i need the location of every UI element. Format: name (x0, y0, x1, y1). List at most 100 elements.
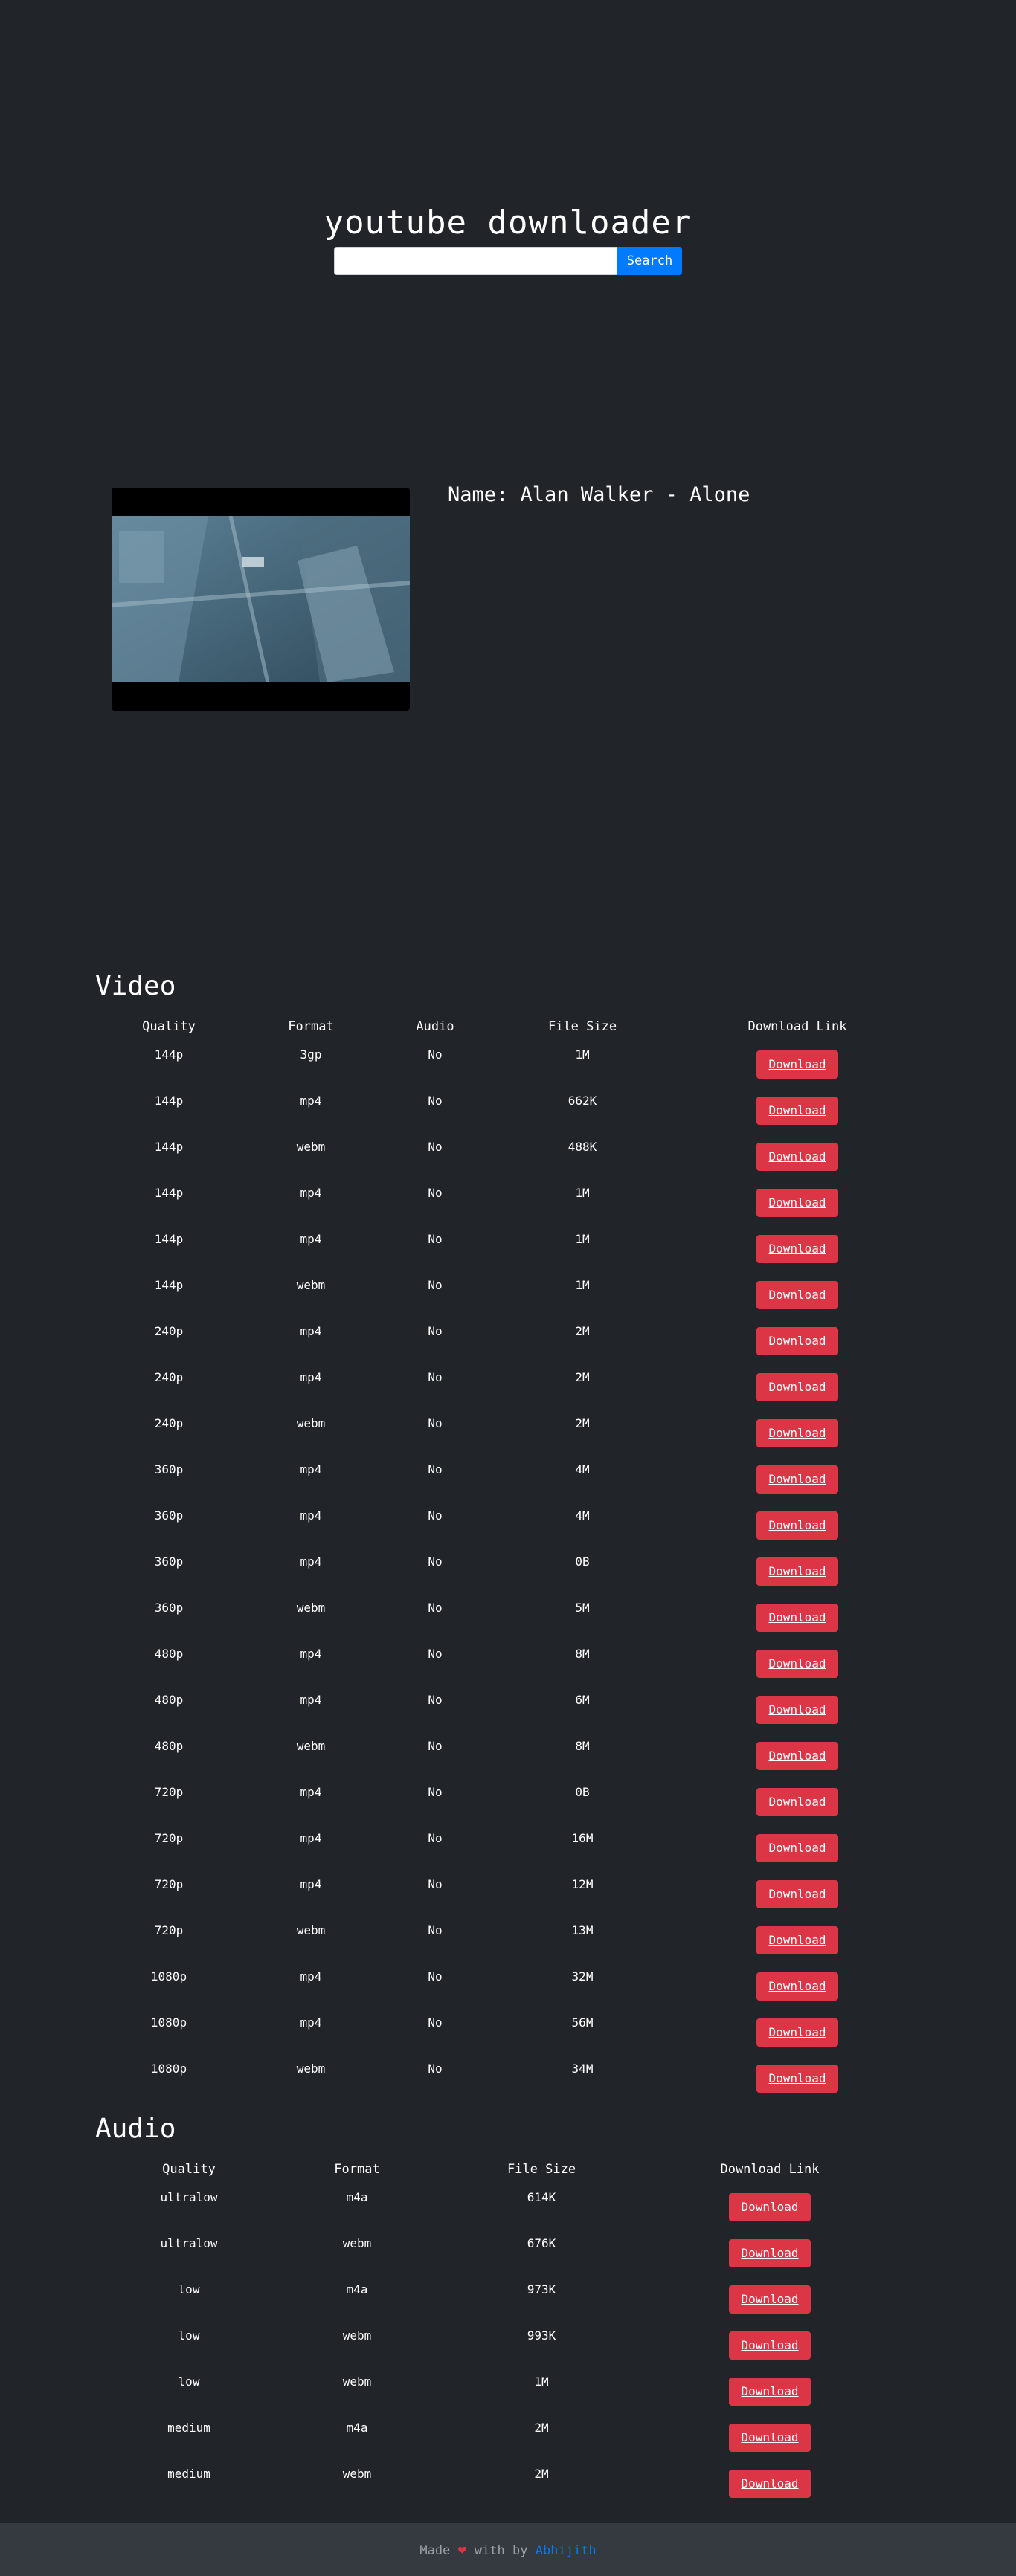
video-table-row: 720p mp4 No 12M Download (112, 1870, 904, 1916)
header: youtube downloader Search (0, 201, 1016, 275)
download-button[interactable]: Download (729, 2424, 811, 2452)
download-button[interactable]: Download (756, 1926, 838, 1954)
download-cell: Download (690, 1178, 904, 1224)
table-cell: No (428, 1186, 443, 1200)
audio-table-header: Quality Format File Size Download Link (112, 2156, 904, 2183)
table-cell: webm (296, 1278, 326, 1292)
download-button[interactable]: Download (756, 1235, 838, 1263)
audio-table-row: low m4a 973K Download (112, 2275, 904, 2321)
column-header: Format (334, 2162, 380, 2177)
download-cell: Download (690, 1778, 904, 1824)
download-button[interactable]: Download (756, 1650, 838, 1678)
video-table: Quality Format Audio File Size Download … (112, 1013, 904, 2100)
table-cell: 2M (575, 1370, 590, 1384)
table-cell: mp4 (300, 1785, 322, 1799)
search-input[interactable] (334, 247, 617, 275)
download-button[interactable]: Download (756, 2018, 838, 2047)
table-cell: 12M (571, 1877, 594, 1891)
table-cell: 144p (154, 1094, 184, 1108)
download-button[interactable]: Download (729, 2285, 811, 2314)
table-cell: mp4 (300, 1508, 322, 1523)
download-button[interactable]: Download (756, 1327, 838, 1355)
table-cell: 144p (154, 1278, 184, 1292)
column-header: Quality (162, 2162, 216, 2177)
table-cell: 144p (154, 1047, 184, 1062)
download-button[interactable]: Download (756, 1097, 838, 1125)
video-table-row: 720p mp4 No 0B Download (112, 1778, 904, 1824)
table-cell: mp4 (300, 1324, 322, 1338)
download-cell: Download (690, 1317, 904, 1363)
download-button[interactable]: Download (756, 1788, 838, 1816)
audio-table-row: ultralow webm 676K Download (112, 2229, 904, 2275)
search-button[interactable]: Search (617, 247, 682, 275)
table-cell: mp4 (300, 1370, 322, 1384)
video-table-row: 240p mp4 No 2M Download (112, 1363, 904, 1409)
download-button[interactable]: Download (729, 2239, 811, 2267)
download-cell: Download (690, 1224, 904, 1271)
download-button[interactable]: Download (756, 2065, 838, 2093)
table-cell: 360p (154, 1555, 184, 1569)
download-button[interactable]: Download (756, 1604, 838, 1632)
video-table-row: 480p mp4 No 8M Download (112, 1639, 904, 1685)
download-button[interactable]: Download (756, 1189, 838, 1217)
video-table-row: 240p webm No 2M Download (112, 1409, 904, 1455)
video-table-header: Quality Format Audio File Size Download … (112, 1013, 904, 1040)
table-cell: No (428, 1923, 443, 1937)
table-cell: webm (342, 2328, 372, 2343)
download-button[interactable]: Download (729, 2470, 811, 2498)
download-cell: Download (690, 1639, 904, 1685)
table-cell: 480p (154, 1647, 184, 1661)
thumbnail-image (112, 516, 410, 682)
video-table-row: 144p webm No 488K Download (112, 1132, 904, 1178)
footer: Made ❤ with by Abhijith (0, 2523, 1016, 2576)
table-cell: 2M (534, 2467, 549, 2481)
download-button[interactable]: Download (756, 1511, 838, 1540)
download-button[interactable]: Download (756, 1696, 838, 1724)
table-cell: 34M (571, 2062, 594, 2076)
download-button[interactable]: Download (756, 1281, 838, 1309)
table-cell: webm (296, 1416, 326, 1430)
download-button[interactable]: Download (729, 2193, 811, 2221)
table-cell: webm (296, 1923, 326, 1937)
download-button[interactable]: Download (756, 1419, 838, 1447)
download-cell: Download (635, 2367, 904, 2413)
table-cell: 144p (154, 1186, 184, 1200)
download-button[interactable]: Download (756, 1742, 838, 1770)
table-cell: No (428, 1693, 443, 1707)
download-cell: Download (635, 2459, 904, 2505)
table-cell: ultralow (160, 2190, 218, 2204)
table-cell: 240p (154, 1324, 184, 1338)
download-button[interactable]: Download (756, 1373, 838, 1401)
table-cell: mp4 (300, 1877, 322, 1891)
download-button[interactable]: Download (756, 1143, 838, 1171)
table-cell: No (428, 1555, 443, 1569)
download-button[interactable]: Download (756, 1972, 838, 2001)
download-button[interactable]: Download (756, 1880, 838, 1908)
table-cell: 8M (575, 1647, 590, 1661)
download-button[interactable]: Download (756, 1465, 838, 1494)
table-cell: 8M (575, 1739, 590, 1753)
table-cell: No (428, 1969, 443, 1983)
table-cell: 5M (575, 1601, 590, 1615)
table-cell: 32M (571, 1969, 594, 1983)
download-button[interactable]: Download (756, 1834, 838, 1862)
video-table-row: 360p mp4 No 0B Download (112, 1547, 904, 1593)
table-cell: 360p (154, 1601, 184, 1615)
download-button[interactable]: Download (729, 2331, 811, 2360)
download-button[interactable]: Download (729, 2378, 811, 2406)
column-header: Audio (416, 1019, 454, 1034)
download-button[interactable]: Download (756, 1557, 838, 1586)
video-table-row: 144p mp4 No 662K Download (112, 1086, 904, 1132)
table-cell: No (428, 1647, 443, 1661)
video-name-value: Alan Walker - Alone (520, 483, 750, 506)
download-cell: Download (690, 1962, 904, 2008)
table-cell: 1M (575, 1232, 590, 1246)
table-cell: 4M (575, 1508, 590, 1523)
table-cell: webm (296, 1140, 326, 1154)
table-cell: mp4 (300, 1462, 322, 1476)
table-cell: 973K (527, 2282, 556, 2296)
video-table-row: 480p mp4 No 6M Download (112, 1685, 904, 1731)
author-link[interactable]: Abhijith (536, 2543, 597, 2558)
table-cell: 1080p (150, 2062, 187, 2076)
download-button[interactable]: Download (756, 1050, 838, 1079)
